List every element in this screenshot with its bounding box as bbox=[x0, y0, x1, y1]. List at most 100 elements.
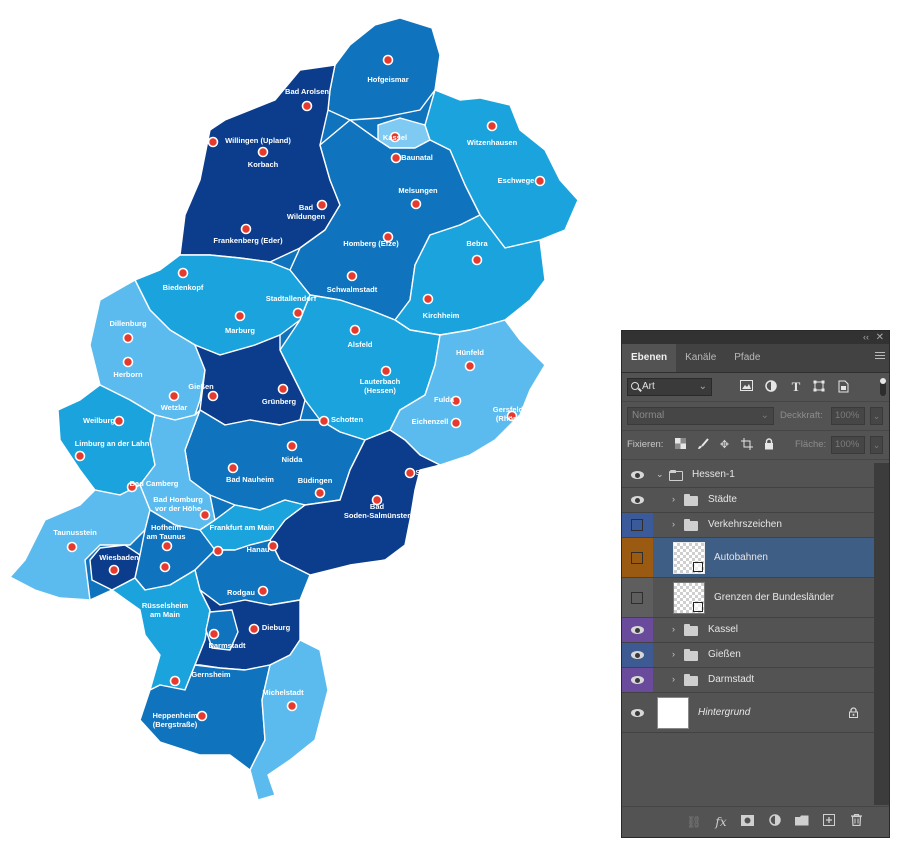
filter-adjustment-icon[interactable] bbox=[764, 380, 778, 394]
filter-toggle[interactable] bbox=[880, 378, 886, 396]
layer-row-hintergrund[interactable]: Hintergrund bbox=[622, 693, 874, 733]
layer-row-verkehrszeichen[interactable]: › Verkehrszeichen bbox=[622, 513, 874, 538]
layer-list: ⌄ Hessen-1 › Städte › Verkehrszeichen Au… bbox=[622, 463, 874, 805]
delete-layer-icon[interactable] bbox=[848, 813, 864, 830]
chevron-right-icon[interactable]: › bbox=[672, 649, 675, 659]
hessen-map: Hofgeismar Bad Arolsen Kassel Witzenhausen W… bbox=[9, 17, 579, 801]
city-label: Herborn bbox=[113, 370, 143, 379]
city-label: Hanau bbox=[247, 545, 270, 554]
lock-all-icon[interactable] bbox=[762, 438, 775, 452]
filter-pixel-icon[interactable] bbox=[739, 380, 753, 394]
opacity-input[interactable]: 100% bbox=[831, 407, 865, 425]
chevron-down-icon: ⌄ bbox=[760, 410, 769, 421]
adjustment-layer-icon[interactable] bbox=[767, 814, 783, 830]
city-dot bbox=[301, 100, 313, 112]
layer-name: Hessen-1 bbox=[692, 469, 735, 480]
city-dot bbox=[168, 390, 180, 402]
city-dot bbox=[248, 623, 260, 635]
city-dot bbox=[196, 710, 208, 722]
city-dot bbox=[318, 415, 330, 427]
new-group-icon[interactable] bbox=[794, 814, 810, 830]
layer-name: Städte bbox=[708, 494, 737, 505]
city-label: Weilburg bbox=[83, 416, 115, 425]
city-marker: Weilburg bbox=[83, 415, 125, 427]
city-dot bbox=[277, 383, 289, 395]
tab-channels[interactable]: Kanäle bbox=[676, 344, 725, 372]
chevron-down-icon[interactable]: ⌄ bbox=[656, 469, 664, 480]
visibility-eye-icon[interactable] bbox=[631, 496, 644, 504]
city-dot bbox=[113, 415, 125, 427]
chevron-right-icon[interactable]: › bbox=[672, 674, 675, 684]
city-label: Hofheim am Taunus bbox=[146, 523, 185, 541]
layer-row-autobahnen[interactable]: Autobahnen bbox=[622, 538, 874, 578]
layer-row-giessen[interactable]: › Gießen bbox=[622, 643, 874, 668]
city-label: Dillenburg bbox=[109, 319, 147, 328]
city-dot bbox=[257, 585, 269, 597]
city-dot bbox=[286, 700, 298, 712]
city-label: Stadtallendorf bbox=[266, 294, 317, 303]
city-dot bbox=[208, 628, 220, 640]
fill-input[interactable]: 100% bbox=[831, 436, 865, 454]
visibility-eye-icon[interactable] bbox=[631, 626, 644, 634]
visibility-toggle[interactable] bbox=[631, 552, 643, 564]
chevron-right-icon[interactable]: › bbox=[672, 494, 675, 504]
city-label: Grünberg bbox=[262, 397, 297, 406]
link-layers-icon[interactable]: ⛓ bbox=[686, 814, 702, 830]
city-label: Rodgau bbox=[227, 588, 255, 597]
visibility-toggle[interactable] bbox=[631, 519, 643, 531]
panel-menu-icon[interactable] bbox=[875, 352, 885, 362]
layer-name: Darmstadt bbox=[708, 674, 755, 685]
filter-shape-icon[interactable] bbox=[812, 380, 826, 394]
tab-layers[interactable]: Ebenen bbox=[622, 344, 677, 372]
lock-pixels-icon[interactable] bbox=[696, 438, 709, 452]
city-label: Willingen (Upland) bbox=[225, 136, 291, 145]
city-marker: Kassel bbox=[383, 131, 407, 143]
filter-smartobject-icon[interactable] bbox=[836, 380, 850, 394]
city-dot bbox=[199, 509, 211, 521]
lock-transparency-icon[interactable] bbox=[674, 438, 687, 452]
lock-position-icon[interactable]: ✥ bbox=[718, 438, 731, 452]
layer-name: Kassel bbox=[708, 624, 739, 635]
layer-row-grenzen[interactable]: Grenzen der Bundesländer bbox=[622, 578, 874, 618]
layer-row-hessen-1[interactable]: ⌄ Hessen-1 bbox=[622, 463, 874, 488]
fill-dropdown[interactable]: ⌄ bbox=[870, 436, 883, 454]
city-marker: Schotten bbox=[318, 415, 363, 427]
filter-type-icon[interactable]: T bbox=[789, 380, 803, 394]
layer-row-kassel[interactable]: › Kassel bbox=[622, 618, 874, 643]
add-mask-icon[interactable] bbox=[739, 814, 755, 830]
visibility-eye-icon[interactable] bbox=[631, 651, 644, 659]
folder-icon bbox=[684, 649, 698, 661]
lock-artboard-icon[interactable] bbox=[740, 438, 753, 452]
city-dot bbox=[486, 120, 498, 132]
city-marker: Eichenzell bbox=[412, 417, 462, 429]
close-panel-icon[interactable]: ✕ bbox=[876, 331, 884, 344]
visibility-eye-icon[interactable] bbox=[631, 676, 644, 684]
city-label: Gersfeld (Rhön) bbox=[493, 405, 524, 423]
city-dot bbox=[471, 254, 483, 266]
tab-paths[interactable]: Pfade bbox=[725, 344, 769, 372]
city-label: Fulda bbox=[434, 395, 455, 404]
city-label: Taunusstein bbox=[53, 528, 97, 537]
visibility-eye-icon[interactable] bbox=[631, 471, 644, 479]
city-label: Heppenheim (Bergstraße) bbox=[152, 711, 197, 729]
folder-icon bbox=[684, 494, 698, 506]
layer-thumbnail bbox=[673, 582, 705, 614]
city-label: Homberg (Efze) bbox=[343, 239, 399, 248]
new-layer-icon[interactable] bbox=[821, 814, 837, 830]
layer-row-darmstadt[interactable]: › Darmstadt bbox=[622, 668, 874, 693]
layer-filter-select[interactable]: Art ⌄ bbox=[627, 378, 712, 396]
layer-style-fx-icon[interactable]: fx bbox=[713, 814, 729, 830]
collapse-panel-icon[interactable]: ‹‹ bbox=[863, 331, 869, 344]
layer-row-staedte[interactable]: › Städte bbox=[622, 488, 874, 513]
city-label: Alsfeld bbox=[347, 340, 372, 349]
layer-list-scrollbar[interactable] bbox=[874, 463, 889, 805]
visibility-toggle[interactable] bbox=[631, 592, 643, 604]
visibility-eye-icon[interactable] bbox=[631, 709, 644, 717]
blend-mode-select[interactable]: Normal ⌄ bbox=[627, 407, 774, 425]
opacity-dropdown[interactable]: ⌄ bbox=[870, 407, 883, 425]
city-label: Hünfeld bbox=[456, 348, 484, 357]
folder-open-icon bbox=[669, 470, 683, 481]
city-label: Wiesbaden bbox=[99, 553, 139, 562]
chevron-right-icon[interactable]: › bbox=[672, 624, 675, 634]
chevron-right-icon[interactable]: › bbox=[672, 519, 675, 529]
